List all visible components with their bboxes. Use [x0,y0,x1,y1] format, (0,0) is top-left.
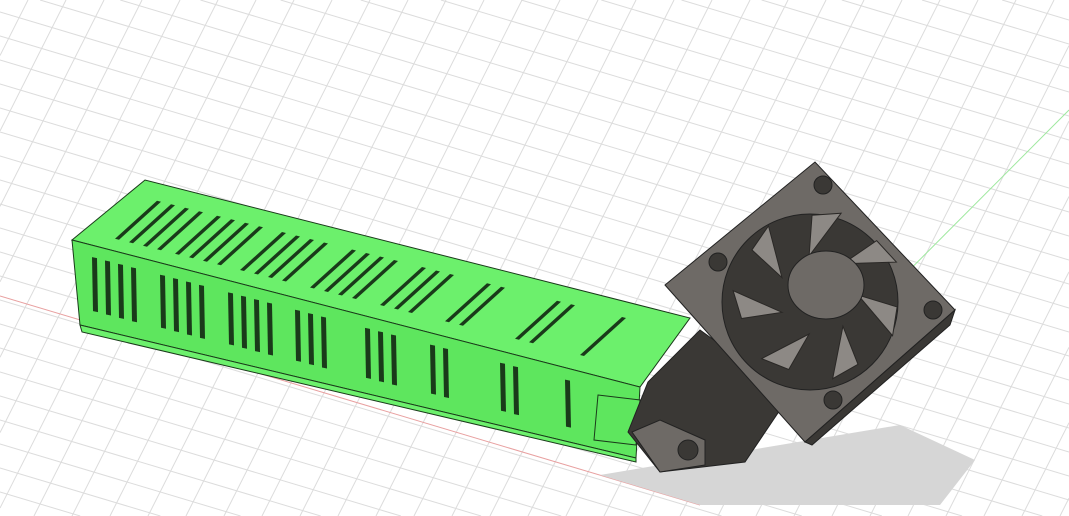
mount-hole-bottom [823,390,843,410]
vent-slot [365,327,371,379]
vent-slot [443,348,449,399]
grid-line [1059,497,1069,516]
vent-slot [321,316,327,369]
vent-slot [430,344,436,395]
vent-slot [308,313,314,366]
grid-line [601,0,1069,141]
vent-slot [391,334,397,386]
mount-hole-left [708,252,728,272]
grid-line [1002,0,1069,21]
grid-line [761,0,1069,93]
vent-slot [92,257,98,313]
grid-line [921,0,1069,45]
grid-line [440,0,1069,189]
grid-line [0,0,105,207]
grid-line [983,347,1069,516]
cad-viewport[interactable] [0,0,1069,516]
grid-line [0,395,402,516]
grid-line [0,491,81,516]
vent-slot [241,295,247,349]
vent-slot [254,299,260,353]
vent-slot [173,278,179,333]
vent-slot [267,302,273,356]
grid-line [200,0,1069,261]
grid-line [0,419,321,516]
grid-line [280,0,1069,237]
vent-slot [160,274,166,329]
grid-line [0,0,29,56]
screw-hole [677,439,699,461]
vent-slot [186,281,192,336]
fan-hub [787,250,865,320]
vent-slot [118,263,124,319]
vent-slot [500,362,506,412]
mount-hole-right [923,300,943,320]
grid-line [945,271,1069,516]
vent-slot [295,309,301,362]
vent-slot [565,379,571,428]
vent-slot [105,260,111,316]
mount-hole-top [813,175,833,195]
grid-line [681,0,1069,117]
vent-slot [228,292,234,346]
grid-line [0,467,161,516]
3d-scene[interactable] [0,0,1069,516]
vent-slot [131,267,137,323]
vent-slot [378,331,384,383]
vent-slot [199,284,205,339]
vent-slot [513,366,519,416]
